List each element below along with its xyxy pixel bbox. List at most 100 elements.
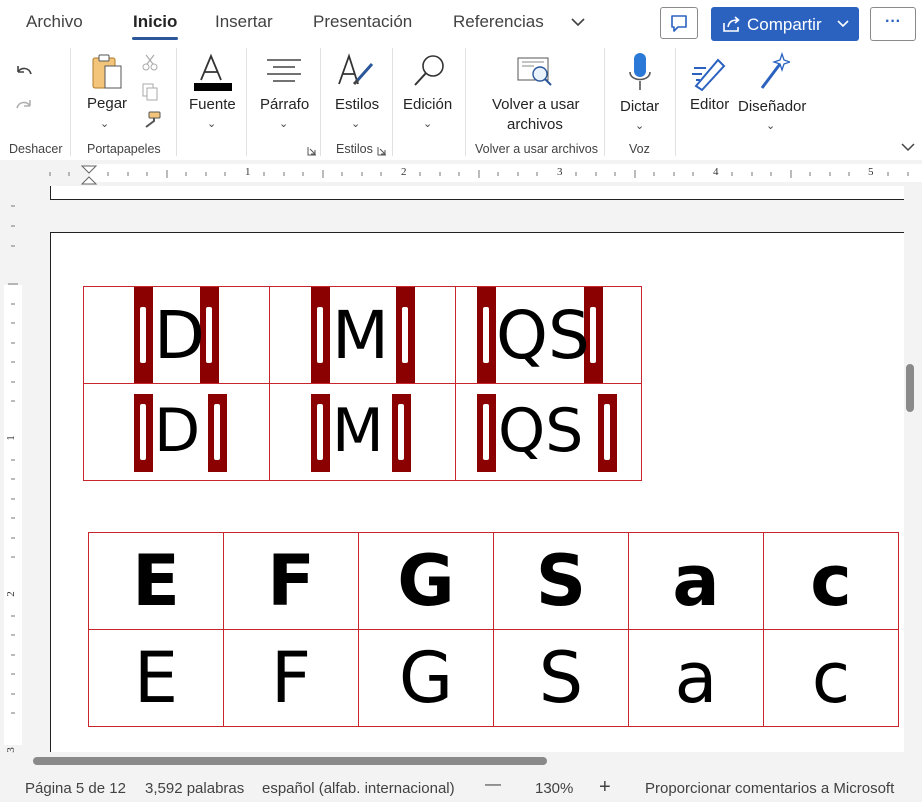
previous-page bbox=[50, 186, 904, 200]
dictate-label[interactable]: Dictar bbox=[620, 98, 659, 115]
group-divider bbox=[70, 48, 71, 156]
paste-dropdown-icon[interactable]: ⌄ bbox=[100, 117, 109, 130]
cell-text: QS bbox=[496, 297, 590, 374]
share-dropdown-chevron-icon bbox=[837, 20, 849, 28]
cut-icon[interactable] bbox=[141, 53, 159, 71]
designer-label[interactable]: Diseñador bbox=[738, 98, 806, 115]
table-cell[interactable]: QS bbox=[455, 286, 642, 384]
paste-label[interactable]: Pegar bbox=[87, 95, 127, 112]
zoom-level[interactable]: 130% bbox=[535, 780, 573, 797]
tab-presentacion[interactable]: Presentación bbox=[313, 12, 412, 32]
tab-insertar[interactable]: Insertar bbox=[215, 12, 273, 32]
table-cell[interactable]: S bbox=[493, 629, 629, 727]
ruler-number: 1 bbox=[245, 166, 251, 178]
table-cell[interactable]: c bbox=[763, 532, 899, 630]
cell-text: M bbox=[332, 297, 389, 374]
editing-label[interactable]: Edición bbox=[403, 96, 452, 113]
table-row: D M QS bbox=[83, 383, 642, 481]
table-cell[interactable]: c bbox=[763, 629, 899, 727]
vertical-scrollbar[interactable] bbox=[904, 186, 922, 752]
language-indicator[interactable]: español (alfab. internacional) bbox=[262, 780, 455, 797]
paragraph-launcher-icon[interactable] bbox=[307, 146, 317, 156]
format-painter-icon[interactable] bbox=[140, 110, 162, 130]
editor-label[interactable]: Editor bbox=[690, 96, 729, 113]
table-cell[interactable]: M bbox=[269, 286, 456, 384]
paragraph-label[interactable]: Párrafo bbox=[260, 96, 309, 113]
reuse-files-label-1[interactable]: Volver a usar bbox=[492, 96, 580, 113]
table-cell[interactable]: E bbox=[88, 532, 224, 630]
dictate-dropdown-icon[interactable]: ⌄ bbox=[635, 119, 644, 132]
reuse-files-icon[interactable] bbox=[514, 54, 556, 90]
styles-icon[interactable] bbox=[336, 52, 376, 92]
ruler-ticks bbox=[49, 165, 909, 185]
reuse-files-label-2[interactable]: archivos bbox=[507, 116, 563, 133]
table-cell[interactable]: QS bbox=[455, 383, 642, 481]
ruler-number: 2 bbox=[401, 166, 407, 178]
table-cell[interactable]: a bbox=[628, 629, 764, 727]
tab-referencias[interactable]: Referencias bbox=[453, 12, 544, 32]
table-cell[interactable]: F bbox=[223, 532, 359, 630]
more-options-button[interactable]: ··· bbox=[870, 7, 916, 41]
editor-icon[interactable] bbox=[690, 52, 732, 92]
comments-button[interactable] bbox=[660, 7, 698, 39]
styles-label[interactable]: Estilos bbox=[335, 96, 379, 113]
table-cell[interactable]: S bbox=[493, 532, 629, 630]
table-cell[interactable]: D bbox=[83, 383, 270, 481]
table-cell[interactable]: D bbox=[83, 286, 270, 384]
styles-launcher-icon[interactable] bbox=[377, 146, 387, 156]
microphone-icon[interactable] bbox=[626, 50, 654, 94]
paste-icon[interactable] bbox=[89, 52, 125, 92]
zoom-out-button[interactable]: — bbox=[485, 776, 501, 794]
share-icon bbox=[723, 16, 740, 32]
clipboard-group-label: Portapapeles bbox=[87, 142, 161, 156]
feedback-link[interactable]: Proporcionar comentarios a Microsoft bbox=[645, 780, 894, 797]
table-row: E F G S a c bbox=[88, 532, 899, 630]
zoom-in-button[interactable]: + bbox=[599, 776, 611, 799]
undo-icon[interactable] bbox=[12, 62, 36, 84]
tab-inicio[interactable]: Inicio bbox=[133, 12, 177, 32]
collapse-ribbon-icon[interactable] bbox=[900, 142, 916, 152]
paragraph-dropdown-icon[interactable]: ⌄ bbox=[279, 117, 288, 130]
font-label[interactable]: Fuente bbox=[189, 96, 236, 113]
cell-text: M bbox=[332, 396, 384, 466]
ruler-number: 3 bbox=[557, 166, 563, 178]
redo-icon[interactable] bbox=[12, 96, 36, 118]
table-cell[interactable]: G bbox=[358, 532, 494, 630]
horizontal-scrollbar-thumb[interactable] bbox=[33, 757, 547, 765]
cell-text: D bbox=[154, 396, 201, 466]
share-button[interactable]: Compartir bbox=[711, 7, 859, 41]
font-color-icon[interactable] bbox=[192, 52, 234, 92]
table-cell[interactable]: G bbox=[358, 629, 494, 727]
page-count[interactable]: Página 5 de 12 bbox=[25, 780, 126, 797]
vertical-ruler-number: 3 bbox=[4, 747, 17, 753]
word-count[interactable]: 3,592 palabras bbox=[145, 780, 244, 797]
tab-archivo[interactable]: Archivo bbox=[26, 12, 83, 32]
table-bars[interactable]: D M QS D M QS bbox=[83, 286, 642, 481]
editing-dropdown-icon[interactable]: ⌄ bbox=[423, 117, 432, 130]
table-letters[interactable]: E F G S a c E F G S a c bbox=[88, 532, 899, 727]
designer-icon[interactable] bbox=[754, 52, 790, 92]
reuse-group-label: Volver a usar archivos bbox=[475, 142, 598, 156]
search-icon[interactable] bbox=[412, 52, 448, 90]
table-row: E F G S a c bbox=[88, 629, 899, 727]
cell-text: QS bbox=[498, 396, 584, 466]
styles-dropdown-icon[interactable]: ⌄ bbox=[351, 117, 360, 130]
table-cell[interactable]: F bbox=[223, 629, 359, 727]
document-page[interactable]: D M QS D M QS E F G S a c E F G S a c bbox=[50, 232, 904, 752]
cell-text: D bbox=[154, 297, 205, 374]
vertical-scrollbar-thumb[interactable] bbox=[906, 364, 914, 412]
paragraph-icon[interactable] bbox=[265, 57, 303, 85]
vertical-ruler-ticks bbox=[8, 205, 18, 714]
voice-group-label: Voz bbox=[629, 142, 650, 156]
comment-icon bbox=[671, 15, 687, 32]
table-cell[interactable]: a bbox=[628, 532, 764, 630]
table-row: D M QS bbox=[83, 286, 642, 384]
table-cell[interactable]: E bbox=[88, 629, 224, 727]
status-bar: Página 5 de 12 3,592 palabras español (a… bbox=[0, 772, 922, 802]
designer-dropdown-icon[interactable]: ⌄ bbox=[766, 119, 775, 132]
font-dropdown-icon[interactable]: ⌄ bbox=[207, 117, 216, 130]
copy-icon[interactable] bbox=[140, 82, 160, 102]
more-tabs-chevron-icon[interactable] bbox=[569, 15, 587, 29]
table-cell[interactable]: M bbox=[269, 383, 456, 481]
document-canvas[interactable]: D M QS D M QS E F G S a c E F G S a c bbox=[24, 186, 904, 752]
